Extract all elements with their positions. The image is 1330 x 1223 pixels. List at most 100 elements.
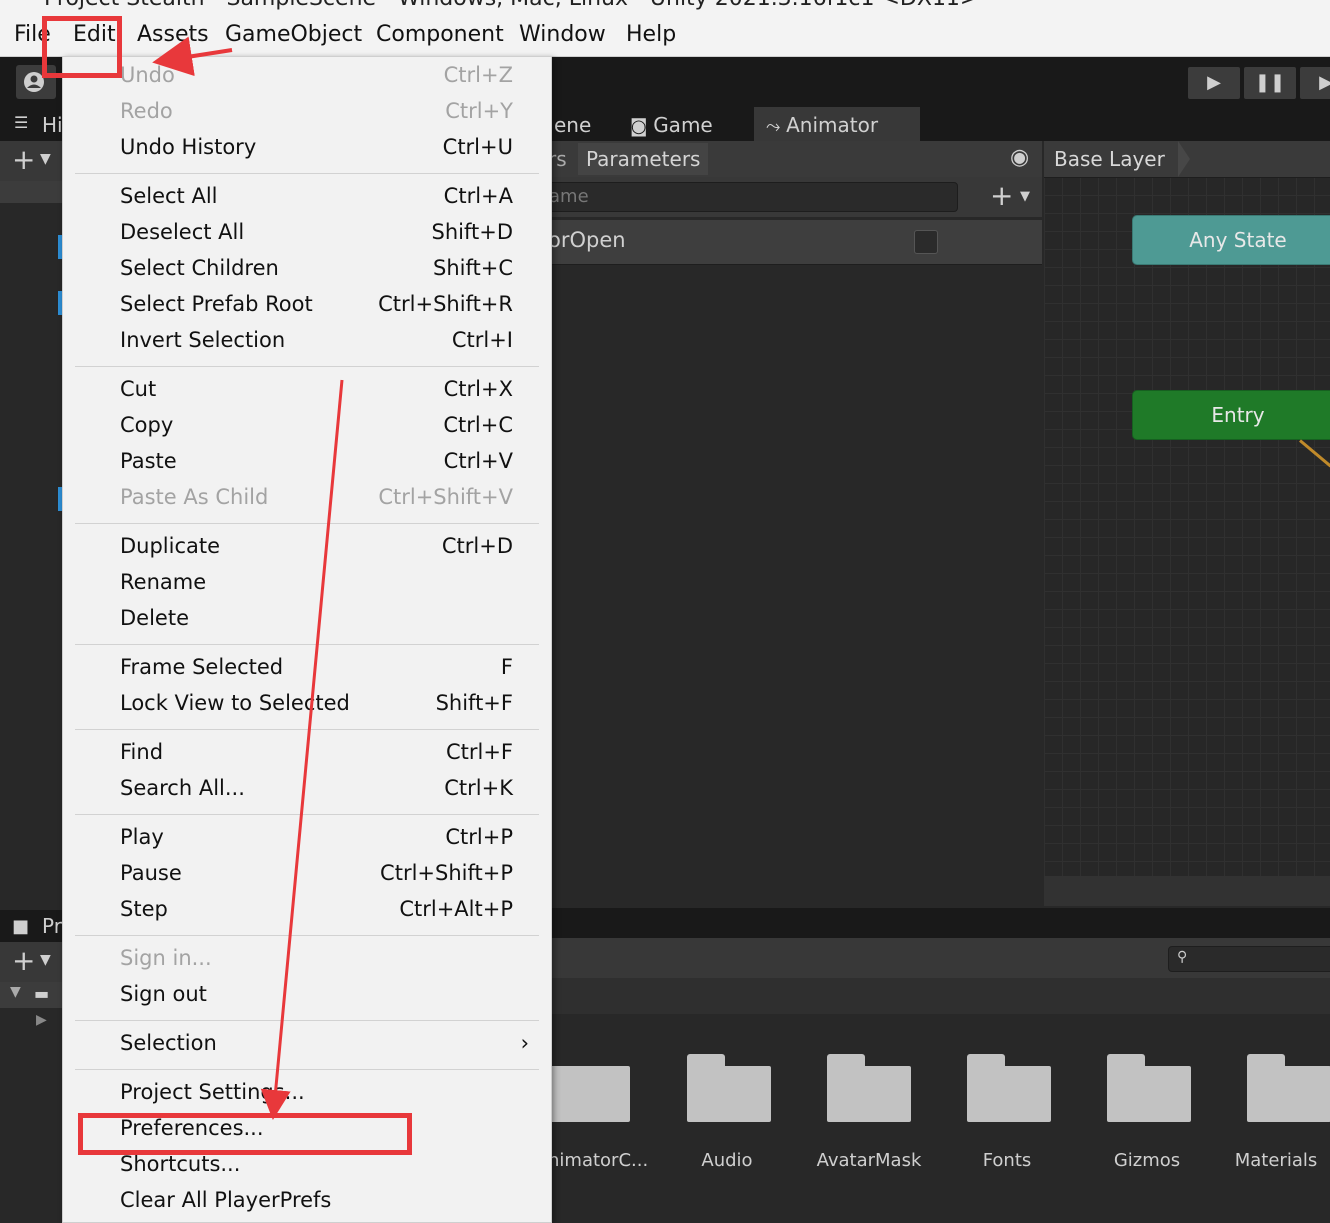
base-layer-breadcrumb[interactable]: Base Layer: [1054, 147, 1165, 171]
menu-item-search-all[interactable]: Search All... Ctrl+K: [63, 772, 551, 808]
search-icon: ⚲: [1177, 949, 1188, 965]
menu-item-select-prefab-root[interactable]: Select Prefab Root Ctrl+Shift+R: [63, 288, 551, 324]
menu-gameobject[interactable]: GameObject: [225, 22, 362, 47]
menu-assets[interactable]: Assets: [137, 22, 209, 47]
eye-icon[interactable]: ◉: [1010, 145, 1029, 170]
chevron-down-icon[interactable]: ▼: [10, 984, 21, 1000]
animator-graph[interactable]: Any State Entry: [1044, 141, 1330, 876]
menu-item-undo[interactable]: Undo Ctrl+Z: [63, 59, 551, 95]
chevron-down-icon[interactable]: ▼: [1020, 189, 1030, 204]
menu-item-select-children[interactable]: Select Children Shift+C: [63, 252, 551, 288]
folder-icon[interactable]: [687, 1054, 771, 1124]
transition-arrow[interactable]: [1299, 439, 1330, 468]
menu-item-label: Sign out: [120, 982, 207, 1006]
parameter-search-input[interactable]: ame: [548, 182, 958, 212]
pause-button[interactable]: ❚❚: [1244, 67, 1296, 99]
entry-node[interactable]: Entry: [1132, 390, 1330, 440]
menu-component[interactable]: Component: [376, 22, 504, 47]
chevron-down-icon[interactable]: ▼: [40, 952, 51, 968]
project-panel-left: ■ Pr + ▼ ▼ ▬ ▶: [0, 910, 62, 1221]
hierarchy-scene-row[interactable]: [0, 181, 62, 203]
menu-help[interactable]: Help: [626, 22, 676, 47]
menu-item-select-all[interactable]: Select All Ctrl+A: [63, 180, 551, 216]
parameter-row[interactable]: orOpen: [548, 220, 1042, 265]
menu-item-lock-view[interactable]: Lock View to Selected Shift+F: [63, 687, 551, 723]
menu-item-shortcut: Ctrl+Alt+P: [399, 897, 513, 921]
menu-item-label: Copy: [120, 413, 174, 437]
menu-item-label: Play: [120, 825, 164, 849]
animator-icon: ⤳: [766, 116, 787, 137]
menu-item-project-settings[interactable]: Project Settings...: [63, 1076, 551, 1112]
open-folder-icon: ▬: [34, 984, 50, 1003]
project-tab-bar: ■ Pr: [0, 910, 62, 942]
menu-item-paste-as-child[interactable]: Paste As Child Ctrl+Shift+V: [63, 481, 551, 517]
menubar: File Edit Assets GameObject Component Wi…: [0, 18, 1330, 57]
project-tab[interactable]: Pr: [42, 914, 62, 938]
menu-item-label: Find: [120, 740, 164, 764]
menu-item-sign-in[interactable]: Sign in...: [63, 942, 551, 978]
menu-item-undo-history[interactable]: Undo History Ctrl+U: [63, 131, 551, 167]
menu-item-shortcut: Ctrl+Y: [445, 99, 513, 123]
menu-item-label: Invert Selection: [120, 328, 286, 352]
menu-item-label: Cut: [120, 377, 157, 401]
graph-breadcrumb: Base Layer: [1044, 141, 1330, 178]
menu-item-delete[interactable]: Delete: [63, 602, 551, 638]
menu-item-label: Redo: [120, 99, 173, 123]
menu-item-invert-selection[interactable]: Invert Selection Ctrl+I: [63, 324, 551, 360]
menu-separator: [75, 644, 539, 645]
menu-item-sign-out[interactable]: Sign out: [63, 978, 551, 1014]
tab-animator[interactable]: ⤳ Animator: [754, 107, 920, 141]
menu-item-redo[interactable]: Redo Ctrl+Y: [63, 95, 551, 131]
add-icon[interactable]: +: [12, 143, 35, 176]
parameter-bool-checkbox[interactable]: [914, 230, 938, 254]
folder-label[interactable]: Gizmos: [1082, 1150, 1212, 1171]
menu-item-label: Undo History: [120, 135, 257, 159]
annotation-box-preferences: [78, 1113, 412, 1155]
project-search-input[interactable]: ⚲: [1168, 946, 1330, 972]
any-state-label: Any State: [1189, 228, 1287, 252]
folder-icon[interactable]: [548, 1054, 632, 1124]
tab-game[interactable]: ◙ Game: [630, 107, 713, 141]
parameter-name[interactable]: orOpen: [548, 228, 626, 252]
project-asset-grid: nimatorC... Audio AvatarMask Fonts Gizmo…: [548, 1014, 1330, 1221]
menu-item-clear-playerprefs[interactable]: Clear All PlayerPrefs: [63, 1184, 551, 1220]
menu-item-cut[interactable]: Cut Ctrl+X: [63, 373, 551, 409]
chevron-right-icon[interactable]: ▶: [36, 1012, 47, 1028]
folder-label[interactable]: Materials: [1222, 1150, 1330, 1171]
any-state-node[interactable]: Any State: [1132, 215, 1330, 265]
tab-scene[interactable]: ene: [548, 107, 597, 141]
tab-parameters[interactable]: Parameters: [578, 143, 709, 175]
menu-window[interactable]: Window: [519, 22, 606, 47]
hierarchy-tab[interactable]: Hi: [42, 113, 63, 137]
folder-label[interactable]: Fonts: [942, 1150, 1072, 1171]
add-parameter-icon[interactable]: +: [990, 179, 1013, 212]
menu-item-label: Paste: [120, 449, 177, 473]
folder-icon[interactable]: [827, 1054, 911, 1124]
menu-item-label: Selection: [120, 1031, 217, 1055]
folder-icon[interactable]: [1247, 1054, 1330, 1124]
menu-item-deselect-all[interactable]: Deselect All Shift+D: [63, 216, 551, 252]
menu-item-play[interactable]: Play Ctrl+P: [63, 821, 551, 857]
menu-item-shortcut: Ctrl+U: [442, 135, 513, 159]
folder-icon[interactable]: [967, 1054, 1051, 1124]
menu-item-rename[interactable]: Rename: [63, 566, 551, 602]
chevron-down-icon[interactable]: ▼: [40, 151, 51, 167]
menu-item-selection[interactable]: Selection ›: [63, 1027, 551, 1063]
add-icon[interactable]: +: [12, 944, 35, 977]
play-button[interactable]: ▶: [1188, 67, 1240, 99]
assets-folder-row[interactable]: ▼ ▬: [0, 982, 62, 1008]
menu-item-label: Pause: [120, 861, 182, 885]
menu-item-find[interactable]: Find Ctrl+F: [63, 736, 551, 772]
step-button[interactable]: ▶: [1300, 67, 1330, 99]
folder-icon[interactable]: [1107, 1054, 1191, 1124]
menu-item-pause[interactable]: Pause Ctrl+Shift+P: [63, 857, 551, 893]
menu-item-frame-selected[interactable]: Frame Selected F: [63, 651, 551, 687]
menu-item-duplicate[interactable]: Duplicate Ctrl+D: [63, 530, 551, 566]
folder-label[interactable]: AvatarMask: [804, 1150, 934, 1171]
menu-item-shortcut: Ctrl+V: [443, 449, 513, 473]
folder-label[interactable]: Audio: [662, 1150, 792, 1171]
graph-status-bar: [1044, 876, 1330, 906]
menu-item-step[interactable]: Step Ctrl+Alt+P: [63, 893, 551, 929]
menu-item-copy[interactable]: Copy Ctrl+C: [63, 409, 551, 445]
menu-item-paste[interactable]: Paste Ctrl+V: [63, 445, 551, 481]
